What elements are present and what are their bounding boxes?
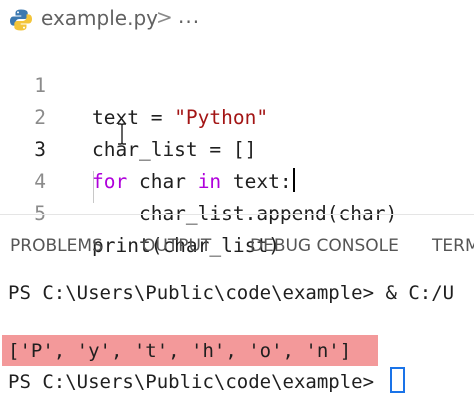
tab-terminal[interactable]: TERM	[432, 236, 474, 256]
breadcrumb-overflow[interactable]: ...	[178, 4, 200, 28]
terminal[interactable]: PS C:\Users\Public\code\example> & C:/U …	[0, 278, 474, 403]
text-cursor-icon	[118, 123, 126, 145]
terminal-prompt[interactable]: PS C:\Users\Public\code\example>	[8, 367, 405, 397]
code-line[interactable]: 2 char_list = []	[0, 70, 474, 161]
panel-tabs: PROBLEMS OUTPUT DEBUG CONSOLE TERM	[0, 236, 474, 266]
breadcrumb-file[interactable]: example.py	[41, 6, 158, 30]
breadcrumb: example.py > ...	[0, 0, 474, 40]
chevron-right-icon: >	[156, 5, 173, 29]
code-line[interactable]: 4 char_list.append(char)	[0, 134, 474, 225]
code-editor[interactable]: 1 text = "Python" 2 char_list = [] 3 for…	[0, 38, 474, 257]
code-line-active[interactable]: 3 for char in text:	[0, 102, 474, 193]
panel-divider	[0, 214, 474, 215]
tab-output[interactable]: OUTPUT	[142, 236, 211, 256]
terminal-line: PS C:\Users\Public\code\example> & C:/U	[8, 282, 455, 304]
tab-problems[interactable]: PROBLEMS	[10, 236, 103, 256]
python-icon	[10, 9, 32, 31]
code-line[interactable]: 5 print(char_list)	[0, 166, 474, 257]
terminal-output: ['P', 'y', 't', 'h', 'o', 'n']	[8, 340, 352, 362]
code-line[interactable]: 1 text = "Python"	[0, 38, 474, 129]
terminal-cursor	[389, 367, 405, 393]
tab-debug-console[interactable]: DEBUG CONSOLE	[250, 236, 399, 256]
